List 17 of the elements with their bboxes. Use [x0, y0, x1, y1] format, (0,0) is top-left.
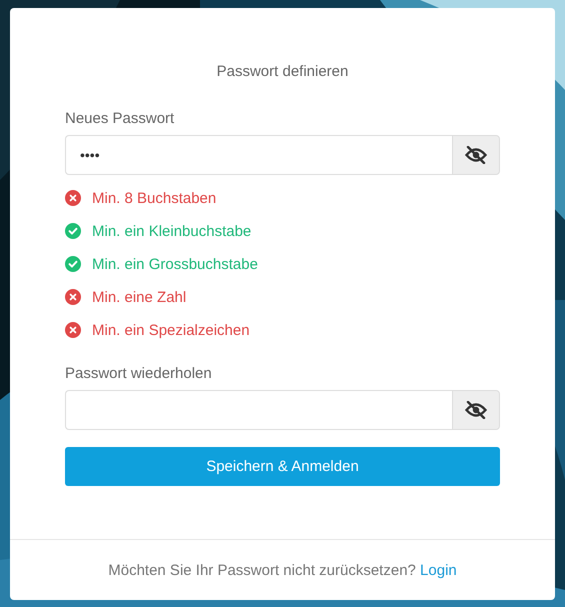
footer-text: Möchten Sie Ihr Passwort nicht zurücksetzen? Login	[108, 562, 457, 578]
rule-text: Min. ein Kleinbuchstabe	[92, 222, 252, 240]
field-label: Passwort wiederholen	[65, 365, 213, 382]
rule-text: Min. 8 Buchstaben	[92, 190, 216, 206]
save-and-login-button[interactable]: Speichern & Anmelden	[65, 447, 500, 486]
form-title: Passwort definieren	[216, 63, 350, 80]
eye-slash-icon	[465, 146, 487, 164]
hide-password-button[interactable]	[452, 135, 500, 175]
eye-slash-icon	[465, 401, 487, 419]
rule-text: Min. ein Grossbuchstabe	[92, 256, 258, 272]
login-link[interactable]: Login	[420, 562, 457, 578]
password-field[interactable]: ••••	[65, 135, 452, 175]
hide-password-button[interactable]	[452, 390, 500, 430]
field-label: Neues Passwort	[65, 110, 176, 127]
password-field[interactable]	[65, 390, 452, 430]
rule-text: Min. eine Zahl	[92, 288, 186, 306]
rule-text: Min. ein Spezialzeichen	[92, 322, 250, 338]
